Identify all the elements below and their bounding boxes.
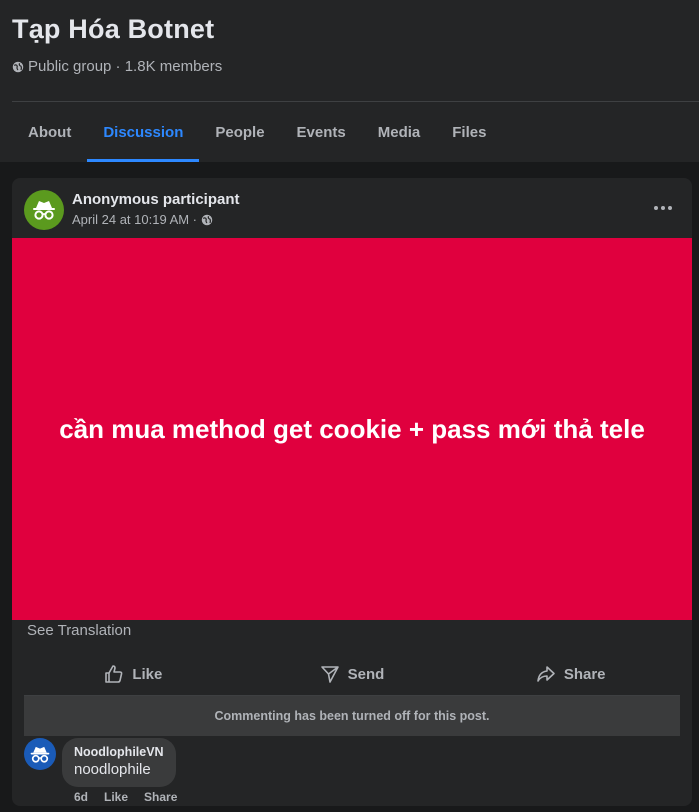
group-title: Tạp Hóa Botnet (12, 14, 215, 44)
post-banner: cần mua method get cookie + pass mới thả… (12, 238, 692, 620)
comment-share-button[interactable]: Share (144, 790, 177, 804)
share-icon (537, 666, 555, 682)
group-header: Tạp Hóa Botnet Public group · 1.8K membe… (0, 0, 699, 162)
anonymous-icon (33, 201, 55, 220)
group-meta: Public group · 1.8K members (12, 58, 222, 75)
post-time[interactable]: April 24 at 10:19 AM · (72, 212, 197, 227)
like-button[interactable]: Like (24, 652, 243, 696)
send-label: Send (347, 665, 385, 683)
send-button[interactable]: Send (243, 652, 462, 696)
comment-author[interactable]: NoodlophileVN (74, 744, 164, 760)
post-banner-text: cần mua method get cookie + pass mới thả… (59, 414, 645, 444)
like-label: Like (132, 665, 163, 683)
post-card: Anonymous participant April 24 at 10:19 … (12, 178, 692, 806)
anonymous-icon (30, 746, 50, 763)
tab-discussion[interactable]: Discussion (87, 102, 200, 162)
commenting-off-notice: Commenting has been turned off for this … (24, 696, 680, 736)
more-icon (654, 206, 658, 210)
tab-files[interactable]: Files (436, 102, 502, 162)
send-icon (320, 666, 339, 683)
tab-about[interactable]: About (12, 102, 87, 162)
more-options-button[interactable] (648, 196, 678, 220)
avatar[interactable] (24, 190, 64, 230)
tab-people[interactable]: People (199, 102, 280, 162)
comment-avatar[interactable] (24, 738, 56, 770)
group-meta-text: Public group · 1.8K members (28, 58, 223, 75)
post-actions: Like Send Share (24, 652, 680, 696)
comment-like-button[interactable]: Like (104, 790, 128, 804)
post-author[interactable]: Anonymous participant (72, 191, 240, 208)
share-label: Share (563, 665, 606, 683)
comment-actions: 6d Like Share (74, 790, 177, 804)
globe-icon (12, 61, 24, 72)
post-meta: April 24 at 10:19 AM · (72, 212, 213, 227)
comment-age: 6d (74, 790, 89, 804)
tab-events[interactable]: Events (281, 102, 362, 162)
globe-icon (201, 214, 213, 225)
group-tabs: About Discussion People Events Media Fil… (12, 102, 502, 162)
share-button[interactable]: Share (461, 652, 680, 696)
comment-bubble: NoodlophileVN noodlophile (62, 738, 176, 787)
tab-media[interactable]: Media (362, 102, 437, 162)
like-icon (105, 665, 123, 683)
see-translation-link[interactable]: See Translation (27, 622, 131, 639)
comment-text: noodlophile (74, 761, 151, 778)
